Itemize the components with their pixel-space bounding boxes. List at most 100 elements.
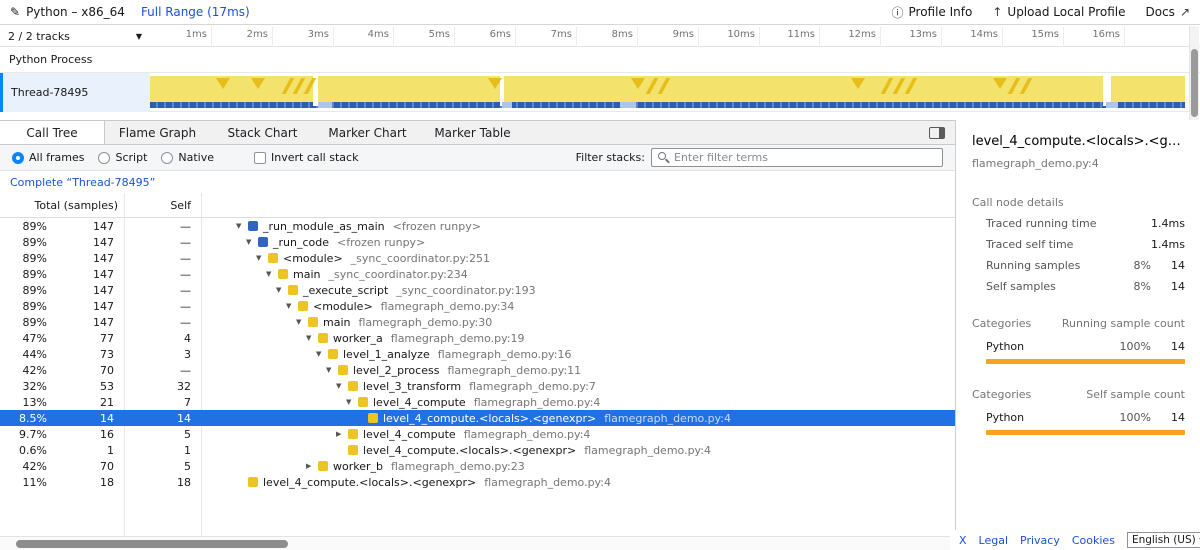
- marker-triangle-icon[interactable]: [216, 78, 230, 89]
- table-row[interactable]: 89%147—▼_run_module_as_main<frozen runpy…: [0, 218, 955, 234]
- category-square-icon: [368, 413, 378, 423]
- tab-call-tree[interactable]: Call Tree: [0, 121, 105, 144]
- thread-activity-graph[interactable]: [150, 73, 1185, 112]
- row-call-node: ▼main_sync_coordinator.py:234: [197, 268, 955, 281]
- table-row[interactable]: 9.7%165▶level_4_computeflamegraph_demo.p…: [0, 426, 955, 442]
- table-row[interactable]: 32%5332▼level_3_transformflamegraph_demo…: [0, 378, 955, 394]
- sample-light-segment: [318, 102, 332, 108]
- marker-triangle-icon[interactable]: [631, 78, 645, 89]
- expand-open-icon[interactable]: ▼: [286, 302, 298, 310]
- process-label: Python Process: [9, 53, 92, 66]
- table-row[interactable]: 47%774▼worker_aflamegraph_demo.py:19: [0, 330, 955, 346]
- language-select[interactable]: English (US): [1127, 532, 1200, 548]
- row-self-samples: 5: [118, 428, 197, 441]
- marker-triangle-icon[interactable]: [251, 78, 265, 89]
- ruler-tick-label: 14ms: [938, 29, 998, 40]
- expand-open-icon[interactable]: ▼: [266, 270, 278, 278]
- row-total-samples: 147: [50, 236, 118, 249]
- expand-open-icon[interactable]: ▼: [316, 350, 328, 358]
- ruler-tick-label: 6ms: [451, 29, 511, 40]
- radio-native[interactable]: Native: [161, 151, 214, 164]
- tab-marker-table[interactable]: Marker Table: [420, 121, 525, 144]
- radio-all-frames[interactable]: All frames: [12, 151, 84, 164]
- filter-input[interactable]: [651, 148, 943, 167]
- column-header-self[interactable]: Self: [118, 193, 197, 218]
- tracks-vertical-scrollbar[interactable]: [1189, 26, 1199, 120]
- row-call-node: level_4_compute.<locals>.<genexpr>flameg…: [197, 476, 955, 489]
- detail-row: Running samples8%14: [972, 259, 1185, 272]
- table-row[interactable]: 11%1818level_4_compute.<locals>.<genexpr…: [0, 474, 955, 490]
- tree-rows: 89%147—▼_run_module_as_main<frozen runpy…: [0, 218, 955, 490]
- tracks-dropdown-button[interactable]: 2 / 2 tracks ▼: [0, 25, 150, 47]
- expand-closed-icon[interactable]: ▶: [336, 430, 348, 438]
- row-self-samples: 14: [118, 412, 197, 425]
- row-total-samples: 147: [50, 220, 118, 233]
- row-total-percent: 89%: [0, 220, 50, 233]
- marker-triangle-icon[interactable]: [488, 78, 502, 89]
- tab-marker-chart[interactable]: Marker Chart: [315, 121, 420, 144]
- thread-track-label[interactable]: Thread-78495: [0, 73, 150, 112]
- table-row[interactable]: 89%147—▼<module>flamegraph_demo.py:34: [0, 298, 955, 314]
- row-call-node: level_4_compute.<locals>.<genexpr>flameg…: [197, 444, 955, 457]
- row-total-samples: 147: [50, 252, 118, 265]
- file-location: _sync_coordinator.py:251: [351, 252, 490, 265]
- detail-label: Self samples: [986, 280, 1113, 293]
- table-row[interactable]: 89%147—▼mainflamegraph_demo.py:30: [0, 314, 955, 330]
- horizontal-scrollbar[interactable]: [0, 536, 950, 550]
- table-row[interactable]: 89%147—▼main_sync_coordinator.py:234: [0, 266, 955, 282]
- radio-unchecked-icon: [98, 152, 110, 164]
- table-row[interactable]: 0.6%11level_4_compute.<locals>.<genexpr>…: [0, 442, 955, 458]
- footer-cookies-link[interactable]: Cookies: [1072, 534, 1115, 547]
- chevron-down-icon: ▼: [136, 32, 142, 41]
- expand-open-icon[interactable]: ▼: [296, 318, 308, 326]
- column-header-total[interactable]: Total (samples): [0, 193, 118, 218]
- tab-stack-chart[interactable]: Stack Chart: [210, 121, 315, 144]
- marker-triangle-icon[interactable]: [851, 78, 865, 89]
- expand-open-icon[interactable]: ▼: [346, 398, 358, 406]
- footer-privacy-link[interactable]: Privacy: [1020, 534, 1060, 547]
- profile-info-button[interactable]: ⓘProfile Info: [891, 4, 972, 21]
- table-row[interactable]: 42%705▶worker_bflamegraph_demo.py:23: [0, 458, 955, 474]
- table-row[interactable]: 13%217▼level_4_computeflamegraph_demo.py…: [0, 394, 955, 410]
- expand-open-icon[interactable]: ▼: [336, 382, 348, 390]
- full-range-link[interactable]: Full Range (17ms): [141, 5, 250, 19]
- detail-label: Traced self time: [986, 238, 1113, 251]
- table-row[interactable]: 42%70—▼level_2_processflamegraph_demo.py…: [0, 362, 955, 378]
- expand-open-icon[interactable]: ▼: [326, 366, 338, 374]
- file-location: _sync_coordinator.py:234: [328, 268, 467, 281]
- docs-link[interactable]: Docs↗: [1146, 5, 1191, 19]
- breadcrumb[interactable]: Complete “Thread-78495”: [10, 176, 155, 189]
- vertical-scrollbar-thumb[interactable]: [1191, 49, 1198, 117]
- footer-x-link[interactable]: X: [959, 534, 967, 547]
- process-track-header[interactable]: Python Process: [0, 47, 1200, 73]
- horizontal-scrollbar-thumb[interactable]: [16, 540, 288, 548]
- upload-profile-button[interactable]: ↑Upload Local Profile: [992, 5, 1125, 19]
- invert-call-stack-checkbox[interactable]: Invert call stack: [254, 151, 358, 164]
- expand-open-icon[interactable]: ▼: [246, 238, 258, 246]
- expand-closed-icon[interactable]: ▶: [306, 462, 318, 470]
- table-row[interactable]: 44%733▼level_1_analyzeflamegraph_demo.py…: [0, 346, 955, 362]
- profile-name[interactable]: Python – x86_64: [26, 5, 125, 19]
- table-row[interactable]: 89%147—▼_execute_script_sync_coordinator…: [0, 282, 955, 298]
- table-row[interactable]: 89%147—▼_run_code<frozen runpy>: [0, 234, 955, 250]
- expand-open-icon[interactable]: ▼: [236, 222, 248, 230]
- edit-profile-name-icon[interactable]: ✎: [10, 5, 20, 19]
- radio-script[interactable]: Script: [98, 151, 147, 164]
- expand-open-icon[interactable]: ▼: [306, 334, 318, 342]
- table-row[interactable]: 8.5%1414level_4_compute.<locals>.<genexp…: [0, 410, 955, 426]
- tab-flame-graph[interactable]: Flame Graph: [105, 121, 210, 144]
- file-location: flamegraph_demo.py:16: [438, 348, 572, 361]
- detail-row: Traced self time1.4ms: [972, 238, 1185, 251]
- checkbox-icon: [254, 152, 266, 164]
- footer: X Legal Privacy Cookies English (US): [955, 530, 1200, 550]
- table-row[interactable]: 89%147—▼<module>_sync_coordinator.py:251: [0, 250, 955, 266]
- footer-legal-link[interactable]: Legal: [979, 534, 1008, 547]
- marker-triangle-icon[interactable]: [993, 78, 1007, 89]
- expand-open-icon[interactable]: ▼: [256, 254, 268, 262]
- sidebar-toggle-icon[interactable]: [929, 127, 945, 139]
- row-total-percent: 89%: [0, 252, 50, 265]
- expand-open-icon[interactable]: ▼: [276, 286, 288, 294]
- row-self-samples: 4: [118, 332, 197, 345]
- row-total-percent: 32%: [0, 380, 50, 393]
- row-call-node: ▼level_1_analyzeflamegraph_demo.py:16: [197, 348, 955, 361]
